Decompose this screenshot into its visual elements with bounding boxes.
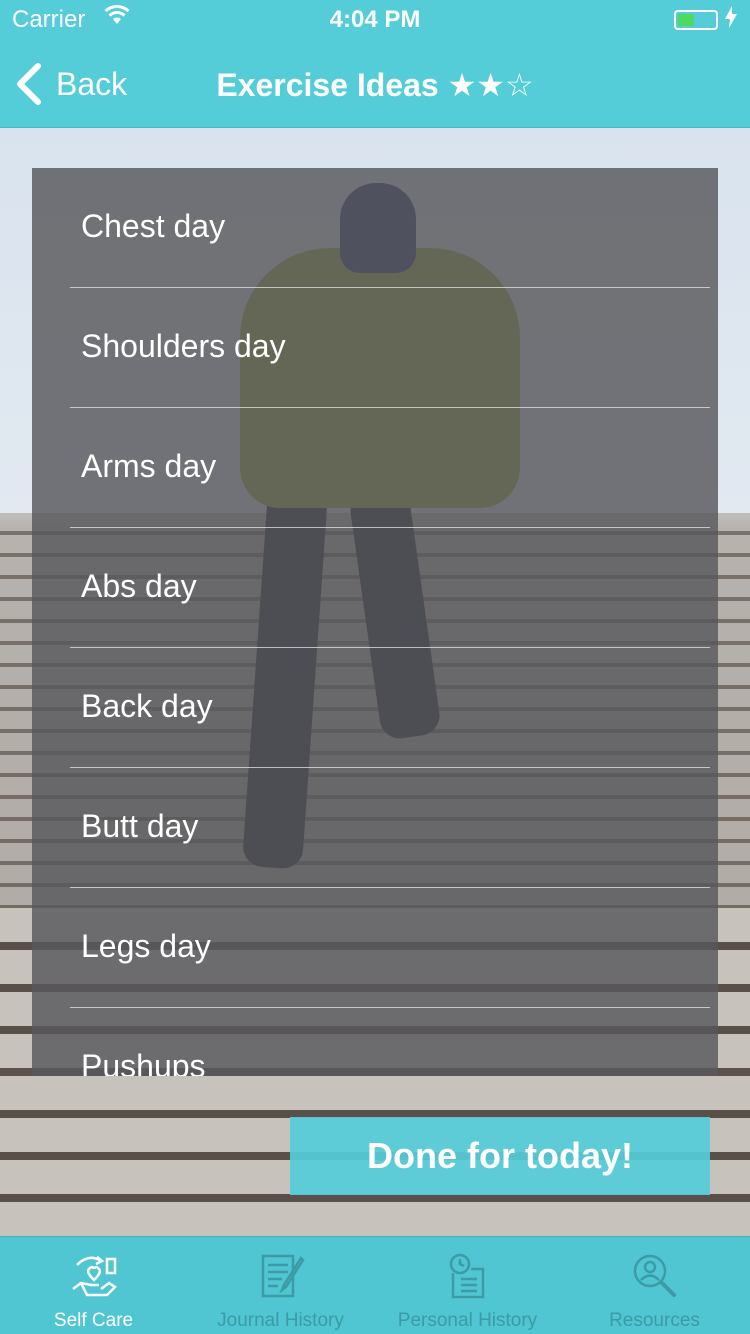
personal-history-icon [449,1253,484,1299]
clock: 4:04 PM [329,6,421,33]
tab-personal-history[interactable]: Personal History [374,1237,561,1334]
exercise-list[interactable]: Chest day Shoulders day Arms day Abs day… [32,168,718,1076]
status-bar: Carrier 4:04 PM [0,0,750,40]
list-item[interactable]: Arms day [70,408,710,528]
page-title: Exercise Ideas ★★☆ [216,67,534,103]
list-item[interactable]: Back day [70,648,710,768]
charging-icon [724,6,738,34]
tab-bar: Self Care Journal History Personal Histo… [0,1236,750,1334]
tab-label: Resources [609,1310,700,1331]
tab-label: Self Care [53,1310,134,1331]
list-item-label: Chest day [81,208,226,244]
battery-icon [674,10,718,30]
tab-label: Personal History [397,1310,538,1331]
tab-label: Journal History [217,1310,344,1331]
done-for-today-button[interactable]: Done for today! [290,1117,710,1195]
tab-journal-history[interactable]: Journal History [187,1237,374,1334]
list-item[interactable]: Shoulders day [70,288,710,408]
resources-icon [633,1254,676,1297]
self-care-icon [71,1256,117,1297]
list-item-label: Arms day [81,448,217,484]
list-item-label: Back day [81,688,213,724]
tab-self-care[interactable]: Self Care [0,1237,187,1334]
navigation-bar: Back Exercise Ideas ★★☆ [0,40,750,128]
list-item-label: Legs day [81,928,211,964]
journal-icon [261,1254,305,1298]
list-item-label: Butt day [81,808,199,844]
list-item[interactable]: Butt day [70,768,710,888]
tab-resources[interactable]: Resources [561,1237,748,1334]
list-item-label: Shoulders day [81,328,286,364]
list-item[interactable]: Pushups [70,1008,710,1076]
list-item[interactable]: Legs day [70,888,710,1008]
list-item-label: Abs day [81,568,197,604]
list-item[interactable]: Chest day [70,168,710,288]
list-item-label: Pushups [81,1048,206,1076]
list-item[interactable]: Abs day [70,528,710,648]
